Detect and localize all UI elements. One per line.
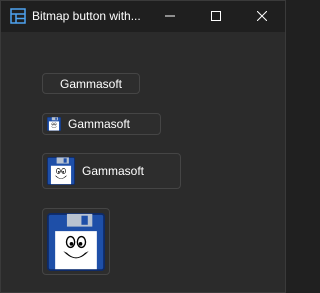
minimize-button[interactable] bbox=[147, 1, 193, 32]
floppy-disk-face-icon bbox=[47, 213, 105, 271]
large-bitmap-button[interactable] bbox=[42, 208, 110, 275]
text-button-label: Gammasoft bbox=[59, 76, 122, 91]
client-area: Gammasoft Gammasoft Gammasoft bbox=[1, 32, 285, 292]
app-window: Bitmap button with... Gammasoft Gammasof… bbox=[0, 0, 286, 293]
close-icon bbox=[256, 8, 268, 26]
minimize-icon bbox=[165, 8, 175, 26]
close-button[interactable] bbox=[239, 1, 285, 32]
floppy-disk-face-icon bbox=[47, 117, 61, 131]
small-bitmap-button-label: Gammasoft bbox=[68, 117, 131, 131]
title-bar[interactable]: Bitmap button with... bbox=[1, 1, 285, 32]
window-layout-icon bbox=[10, 8, 26, 24]
maximize-button[interactable] bbox=[193, 1, 239, 32]
medium-bitmap-button-label: Gammasoft bbox=[82, 164, 145, 178]
window-title: Bitmap button with... bbox=[32, 9, 141, 23]
maximize-icon bbox=[211, 8, 221, 26]
medium-bitmap-button[interactable]: Gammasoft bbox=[42, 153, 181, 189]
floppy-disk-face-icon bbox=[47, 157, 75, 185]
small-bitmap-button[interactable]: Gammasoft bbox=[42, 113, 161, 135]
text-button[interactable]: Gammasoft bbox=[42, 73, 140, 94]
